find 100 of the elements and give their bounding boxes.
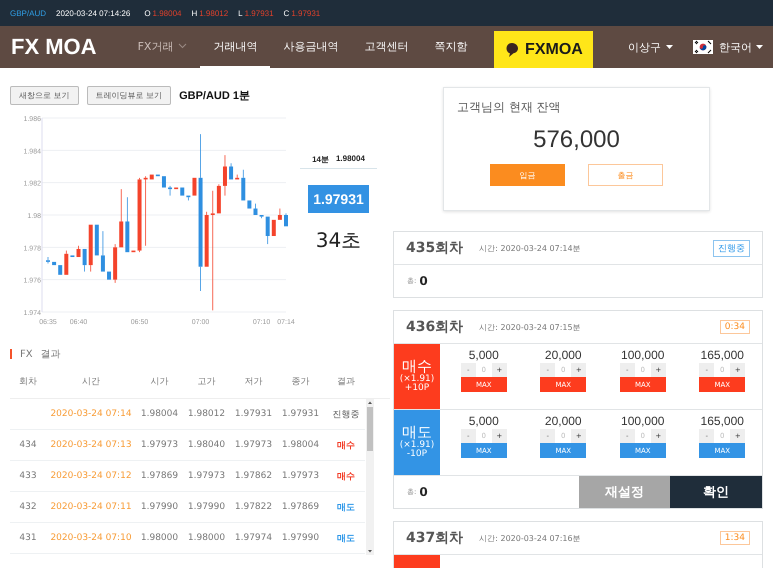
candle [52, 261, 56, 266]
candle [278, 208, 282, 220]
banner-logo-text: FXMOA [525, 40, 583, 58]
language-menu[interactable]: 한국어 [693, 40, 763, 54]
view-button[interactable]: 새창으로 보기 [10, 86, 79, 105]
round-title: 436회차 [406, 318, 464, 336]
balance-title: 고객님의 현재 잔액 [457, 99, 562, 116]
candle [235, 174, 240, 180]
bet-amount: 5,000 [468, 414, 499, 428]
quote-value: 1.97931 [291, 8, 320, 18]
total-value: 0 [419, 485, 428, 499]
caret-icon [666, 45, 673, 49]
time-cell-text: 2020-03-24 07:13 [49, 440, 133, 450]
candle [131, 250, 136, 253]
candle [266, 216, 270, 244]
user-menu[interactable]: 이상구 [628, 40, 673, 54]
candle [64, 250, 68, 276]
round-cell-text: 431 [18, 533, 38, 543]
candle [88, 224, 93, 272]
scroll-down-icon[interactable] [366, 547, 374, 555]
low-cell-text: 1.97974 [234, 533, 274, 543]
candle [222, 154, 227, 196]
candle [284, 212, 288, 227]
time-cell-text: 2020-03-24 07:10 [49, 533, 133, 543]
round-title: 435회차 [406, 239, 464, 257]
bet-side-label: 매수 (×1.91) +10P [394, 344, 440, 409]
low-cell-text: 1.97973 [234, 440, 274, 450]
section-marker [10, 349, 12, 359]
bet-amount: 20,000 [544, 414, 582, 428]
bet-amount: 5,000 [468, 348, 499, 362]
scrollbar-thumb[interactable] [367, 407, 373, 451]
confirm-button[interactable]: 확인 [670, 476, 762, 508]
candle [113, 244, 118, 284]
round-badge: 진행중 [713, 240, 750, 256]
candle [260, 214, 264, 219]
candle [150, 174, 154, 180]
nav-menu-item[interactable]: FX거래 [124, 26, 200, 68]
candle [125, 196, 130, 253]
time-cell-text: 2020-03-24 07:12 [49, 471, 133, 481]
candle [119, 188, 124, 248]
open-cell-text: 1.98004 [140, 409, 180, 419]
column-header: 저가 [244, 376, 264, 388]
current-price: 1.97931 [308, 185, 369, 213]
round-title: 437회차 [406, 529, 464, 547]
nav-menu-item[interactable]: 거래내역 [200, 26, 270, 68]
round-cell-text: 434 [18, 440, 38, 450]
time-cell-text: 2020-03-24 07:11 [49, 502, 133, 512]
section-title: FX [20, 348, 33, 360]
quote-label: C [284, 8, 290, 18]
bet-amount: 100,000 [621, 348, 664, 362]
quote-value: 1.98012 [199, 8, 228, 18]
nav-menu-item[interactable]: 사용금내역 [270, 26, 352, 68]
bet-amount: 165,000 [700, 414, 744, 428]
scroll-up-icon[interactable] [366, 399, 374, 407]
close-cell-text: 1.97931 [280, 409, 320, 419]
quote-label: H [191, 8, 198, 18]
high-cell-text: 1.98000 [186, 533, 226, 543]
nav-menu-item[interactable]: 고객센터 [351, 26, 422, 68]
site-logo[interactable]: FX MOA [11, 34, 97, 60]
candle [94, 224, 99, 256]
result-cell-text: 매수 [336, 440, 356, 452]
column-header: 시간 [81, 376, 101, 388]
result-cell-text: 매도 [336, 502, 356, 514]
high-cell-text: 1.97990 [186, 502, 226, 512]
candle [241, 169, 246, 201]
candle [46, 256, 50, 264]
low-cell-text: 1.97931 [234, 409, 274, 419]
candle [180, 187, 184, 196]
candle [253, 203, 258, 216]
candle [247, 200, 252, 209]
round-badge: 1:34 [720, 531, 750, 545]
low-cell-text: 1.97862 [234, 471, 274, 481]
total-value: 0 [419, 274, 428, 288]
caret-icon [756, 45, 763, 49]
candle [204, 211, 209, 268]
candle [76, 245, 81, 258]
balance-amount: 576,000 [532, 126, 621, 154]
column-header: 고가 [196, 376, 216, 388]
open-cell-text: 1.97869 [140, 471, 180, 481]
section-title: 결과 [40, 348, 61, 361]
round-time: 시간: 2020-03-24 07:15분 [479, 322, 581, 332]
view-button[interactable]: 트레이딩뷰로 보기 [86, 86, 172, 105]
candle [216, 184, 221, 214]
column-header: 종가 [290, 376, 310, 388]
candle [82, 248, 87, 272]
candle [156, 174, 160, 177]
scrollbar[interactable] [366, 399, 374, 555]
candle [70, 255, 74, 258]
column-header: 결과 [336, 376, 356, 388]
time-cell-text: 2020-03-24 07:14 [49, 409, 133, 419]
candle [272, 219, 276, 236]
round-cell-text: 433 [18, 471, 38, 481]
round-cell-text: 432 [18, 502, 38, 512]
chart-title: GBP/AUD 1분 [179, 89, 250, 103]
fxmoa-banner[interactable]: FXMOA [494, 31, 594, 68]
high-cell-text: 1.97973 [186, 471, 226, 481]
nav-menu-item[interactable]: 쪽지함 [421, 26, 480, 68]
quote-label: O [144, 8, 151, 18]
result-cell-text: 매수 [336, 470, 356, 482]
bet-side-label: 매도 (×1.91) -10P [394, 410, 440, 475]
